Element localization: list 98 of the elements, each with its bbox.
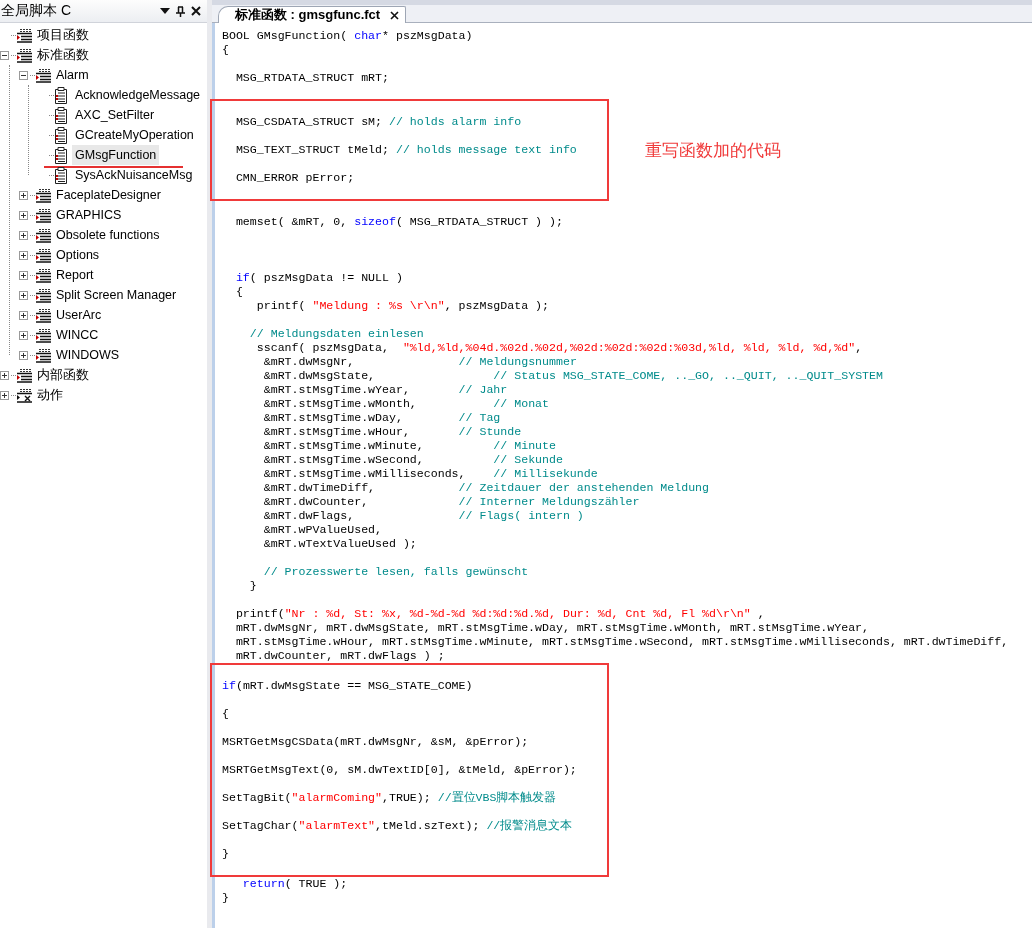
collapse-toggle[interactable] bbox=[19, 70, 28, 80]
code-line: } bbox=[248, 579, 258, 593]
list-icon bbox=[35, 187, 52, 203]
action-list-icon bbox=[16, 387, 33, 403]
code-line: printf( "Meldung : %s \r\n", pszMsgData ); bbox=[255, 299, 551, 313]
document-icon bbox=[54, 86, 68, 104]
expand-toggle[interactable] bbox=[19, 250, 28, 260]
list-icon bbox=[35, 287, 52, 303]
tree-item[interactable]: Split Screen Manager bbox=[53, 285, 180, 305]
code-line: MSRTGetMsgText(0, sM.dwTextID[0], &tMeld, &pError); bbox=[222, 763, 577, 777]
expand-toggle[interactable] bbox=[19, 310, 28, 320]
code-line: &mRT.stMsgTime.wMinute, // Minute bbox=[262, 439, 557, 453]
code-line: mRT.stMsgTime.wHour, mRT.stMsgTime.wMinute, mRT.stMsgTime.wSecond, mRT.stMsgTime.wMilliseconds, mRT.dwTimeDiff, bbox=[234, 635, 1009, 649]
annotation-note: 重写函数加的代码 bbox=[644, 139, 781, 162]
code-line: { bbox=[234, 285, 244, 299]
tree-item[interactable]: AXC_SetFilter bbox=[72, 105, 158, 125]
tree-item[interactable]: GRAPHICS bbox=[53, 205, 125, 225]
expand-toggle[interactable] bbox=[19, 210, 28, 220]
dropdown-icon[interactable] bbox=[160, 7, 170, 15]
code-line: SetTagBit("alarmComing",TRUE); //置位VBS脚本触发器 bbox=[222, 791, 558, 805]
tree-item[interactable]: 动作 bbox=[34, 385, 66, 405]
code-line: &mRT.stMsgTime.wSecond, // Sekunde bbox=[262, 453, 564, 467]
document-icon bbox=[54, 166, 68, 184]
code-line: } bbox=[222, 847, 230, 861]
tree-item[interactable]: Obsolete functions bbox=[53, 225, 163, 245]
list-icon bbox=[35, 67, 52, 83]
close-icon[interactable] bbox=[390, 10, 400, 20]
tree-item[interactable]: WINDOWS bbox=[53, 345, 123, 365]
code-line: &mRT.dwMsgNr, // Meldungsnummer bbox=[262, 355, 578, 369]
tree-item[interactable]: FaceplateDesigner bbox=[53, 185, 164, 205]
list-icon bbox=[35, 267, 52, 283]
tree-item[interactable]: GCreateMyOperation bbox=[72, 125, 197, 145]
code-line: return( TRUE ); bbox=[241, 877, 348, 891]
code-line: // Meldungsdaten einlesen bbox=[248, 327, 425, 341]
editor-tab[interactable]: 标准函数 : gmsgfunc.fct bbox=[218, 6, 407, 23]
tree-item[interactable]: 项目函数 bbox=[34, 25, 92, 45]
tree-item[interactable]: WINCC bbox=[53, 325, 102, 345]
code-line: &mRT.dwTimeDiff, // Zeitdauer der anstehenden Meldung bbox=[262, 481, 711, 495]
tree-item[interactable]: Report bbox=[53, 265, 97, 285]
code-line: &mRT.wTextValueUsed ); bbox=[262, 537, 418, 551]
expand-toggle[interactable] bbox=[19, 350, 28, 360]
code-line: &mRT.stMsgTime.wMonth, // Monat bbox=[262, 397, 550, 411]
code-line: MSG_TEXT_STRUCT tMeld; // holds message text info bbox=[234, 143, 577, 157]
list-icon bbox=[16, 27, 33, 43]
code-line: &mRT.dwCounter, // Interner Meldungszähler bbox=[262, 495, 641, 509]
expand-toggle[interactable] bbox=[19, 290, 28, 300]
document-icon bbox=[54, 146, 68, 164]
list-icon bbox=[35, 307, 52, 323]
code-line: if( pszMsgData != NULL ) bbox=[234, 271, 404, 285]
code-line: BOOL GMsgFunction( char* pszMsgData) bbox=[222, 29, 473, 43]
code-line: CMN_ERROR pError; bbox=[234, 171, 356, 185]
code-line: memset( &mRT, 0, sizeof( MSG_RTDATA_STRUCT ) ); bbox=[234, 215, 564, 229]
code-line: &mRT.dwMsgState, // Status MSG_STATE_COME, .._GO, .._QUIT, .._QUIT_SYSTEM bbox=[262, 369, 884, 383]
code-line: MSRTGetMsgCSData(mRT.dwMsgNr, &sM, &pError); bbox=[222, 735, 530, 749]
document-icon bbox=[54, 106, 68, 124]
expand-toggle[interactable] bbox=[19, 330, 28, 340]
tree-item[interactable]: 标准函数 bbox=[34, 45, 92, 65]
tree-item[interactable]: AcknowledgeMessage bbox=[72, 85, 204, 105]
list-icon bbox=[35, 227, 52, 243]
expand-toggle[interactable] bbox=[19, 230, 28, 240]
tree-item[interactable]: 内部函数 bbox=[34, 365, 92, 385]
code-line: &mRT.stMsgTime.wHour, // Stunde bbox=[262, 425, 523, 439]
code-line: { bbox=[222, 707, 230, 721]
code-line: &mRT.stMsgTime.wMilliseconds, // Millisekunde bbox=[262, 467, 599, 481]
list-icon bbox=[16, 47, 33, 63]
tree-item[interactable]: UserArc bbox=[53, 305, 105, 325]
tree-item[interactable]: Alarm bbox=[53, 65, 92, 85]
expand-toggle[interactable] bbox=[0, 370, 9, 380]
panel-title: 全局脚本 C bbox=[0, 2, 72, 20]
code-line: &mRT.stMsgTime.wYear, // Jahr bbox=[262, 383, 509, 397]
expand-toggle[interactable] bbox=[19, 190, 28, 200]
tree-item[interactable]: Options bbox=[53, 245, 103, 265]
collapse-toggle[interactable] bbox=[0, 50, 9, 60]
pin-icon[interactable] bbox=[176, 5, 185, 17]
tree-item[interactable]: SysAckNuisanceMsg bbox=[72, 165, 196, 185]
code-line: { bbox=[222, 43, 230, 57]
expand-toggle[interactable] bbox=[0, 390, 9, 400]
code-line: printf("Nr : %d, St: %x, %d-%d-%d %d:%d:%d.%d, Dur: %d, Cnt %d, Fl %d\r\n" , bbox=[234, 607, 766, 621]
list-icon bbox=[35, 347, 52, 363]
close-icon[interactable] bbox=[191, 6, 201, 16]
code-line: MSG_CSDATA_STRUCT sM; // holds alarm info bbox=[234, 115, 523, 129]
code-line: &mRT.dwFlags, // Flags( intern ) bbox=[262, 509, 585, 523]
list-icon bbox=[35, 327, 52, 343]
code-line: if(mRT.dwMsgState == MSG_STATE_COME) bbox=[222, 679, 474, 693]
code-line: SetTagChar("alarmText",tMeld.szText); //报警消息文本 bbox=[222, 819, 574, 833]
code-line: mRT.dwCounter, mRT.dwFlags ) ; bbox=[234, 649, 446, 663]
code-line: sscanf( pszMsgData, "%ld,%ld,%04d.%02d.%02d,%02d:%02d:%02d:%03d,%ld, %ld, %ld, %d,%d", bbox=[255, 341, 864, 355]
list-icon bbox=[35, 247, 52, 263]
code-line: MSG_RTDATA_STRUCT mRT; bbox=[234, 71, 390, 85]
list-icon bbox=[16, 367, 33, 383]
code-line: // Prozesswerte lesen, falls gewünscht bbox=[262, 565, 530, 579]
code-line: &mRT.stMsgTime.wDay, // Tag bbox=[262, 411, 502, 425]
expand-toggle[interactable] bbox=[19, 270, 28, 280]
code-line: mRT.dwMsgNr, mRT.dwMsgState, mRT.stMsgTime.wDay, mRT.stMsgTime.wMonth, mRT.stMsgTime.wYear, bbox=[234, 621, 871, 635]
document-icon bbox=[54, 126, 68, 144]
code-line: } bbox=[222, 891, 230, 905]
list-icon bbox=[35, 207, 52, 223]
code-line: &mRT.wPValueUsed, bbox=[262, 523, 384, 537]
